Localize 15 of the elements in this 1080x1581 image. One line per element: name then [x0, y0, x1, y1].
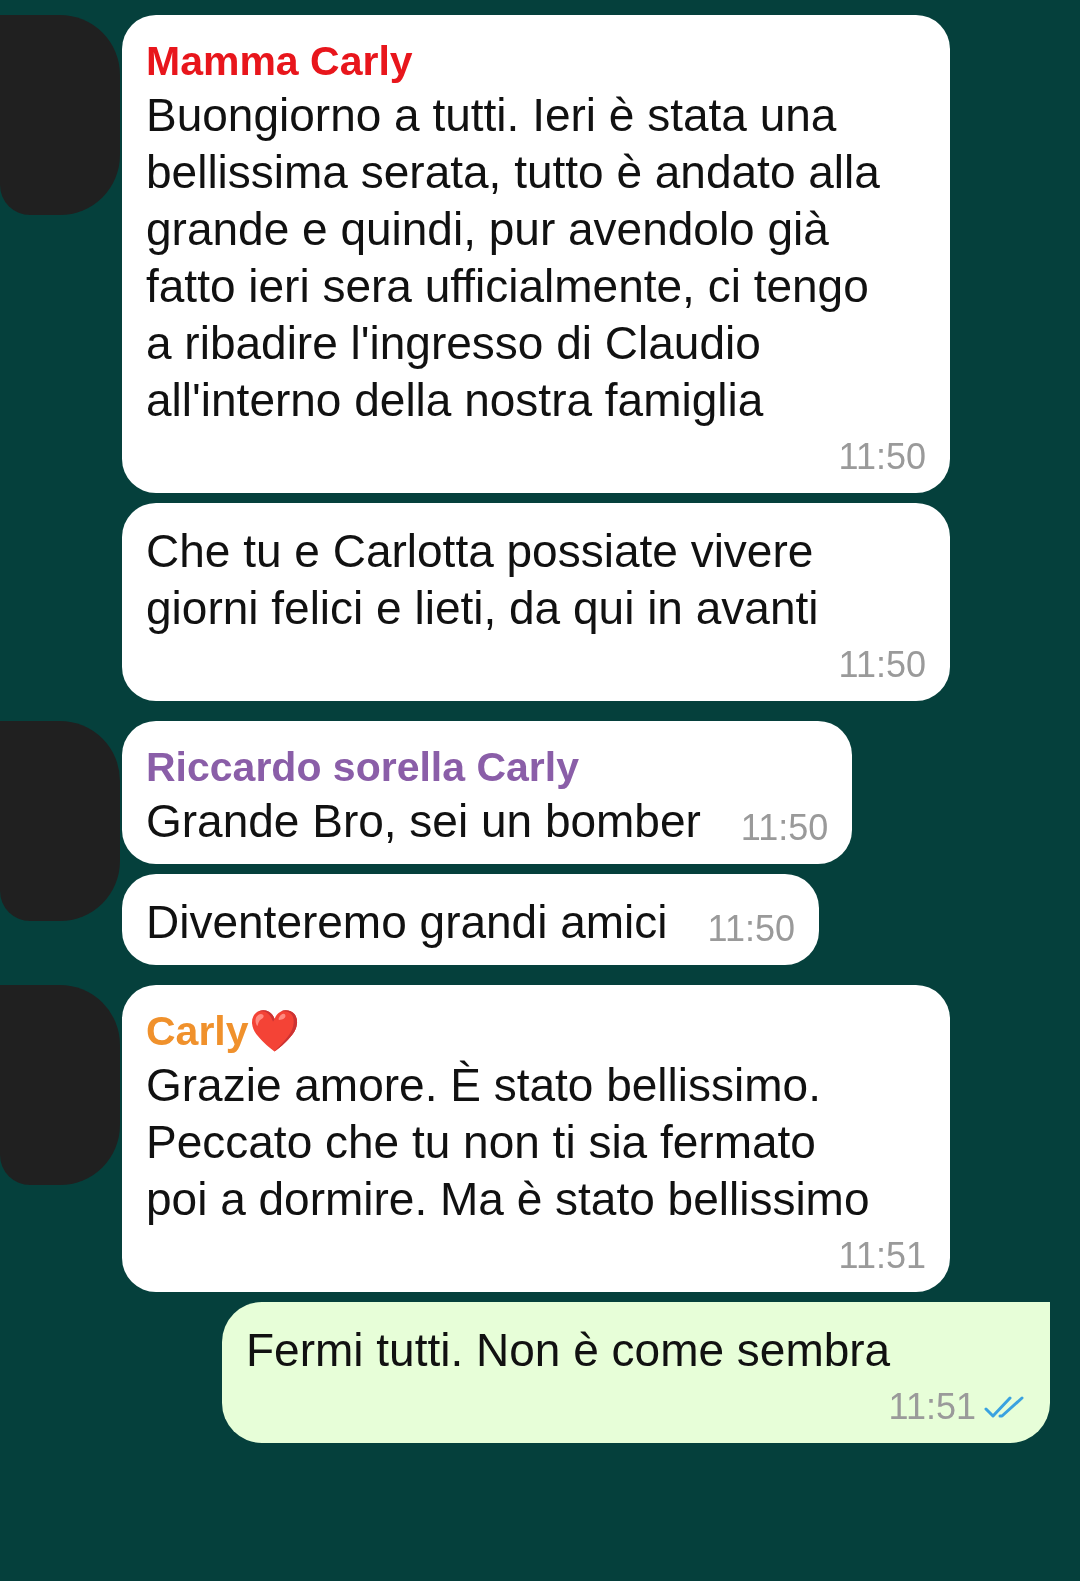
message-text: Che tu e Carlotta possiate vivere giorni felici e lieti, da qui in avanti [146, 524, 820, 636]
message-text: Fermi tutti. Non è come sembra [246, 1323, 891, 1378]
message-time: 11:50 [740, 806, 829, 850]
message-time: 11:51 [838, 1234, 926, 1278]
sender-name: Carly❤ [146, 1007, 300, 1056]
message-text: Buongiorno a tutti. Ieri è stata una bellissima serata, tutto è andato alla grande e quindi, pur avendolo già fatto ieri sera ufficialmente, ci tengo a ribadire l'ingresso di Claudio all'interno della nostra famiglia [146, 88, 881, 428]
message-time: 11:50 [838, 435, 926, 479]
sender-name: Mamma Carly [146, 37, 413, 86]
message-text: Diventeremo grandi amici [146, 895, 668, 950]
message-text: Grazie amore. È stato bellissimo. Peccato che tu non ti sia fermato poi a dormire. Ma è stato bellissimo [146, 1058, 871, 1227]
sender-name: Riccardo sorella Carly [146, 743, 579, 792]
message-text: Grande Bro, sei un bomber [146, 794, 701, 849]
message-time: 11:50 [707, 907, 795, 951]
message-time: 11:50 [838, 643, 926, 687]
message-time: 11:51 [888, 1385, 976, 1429]
